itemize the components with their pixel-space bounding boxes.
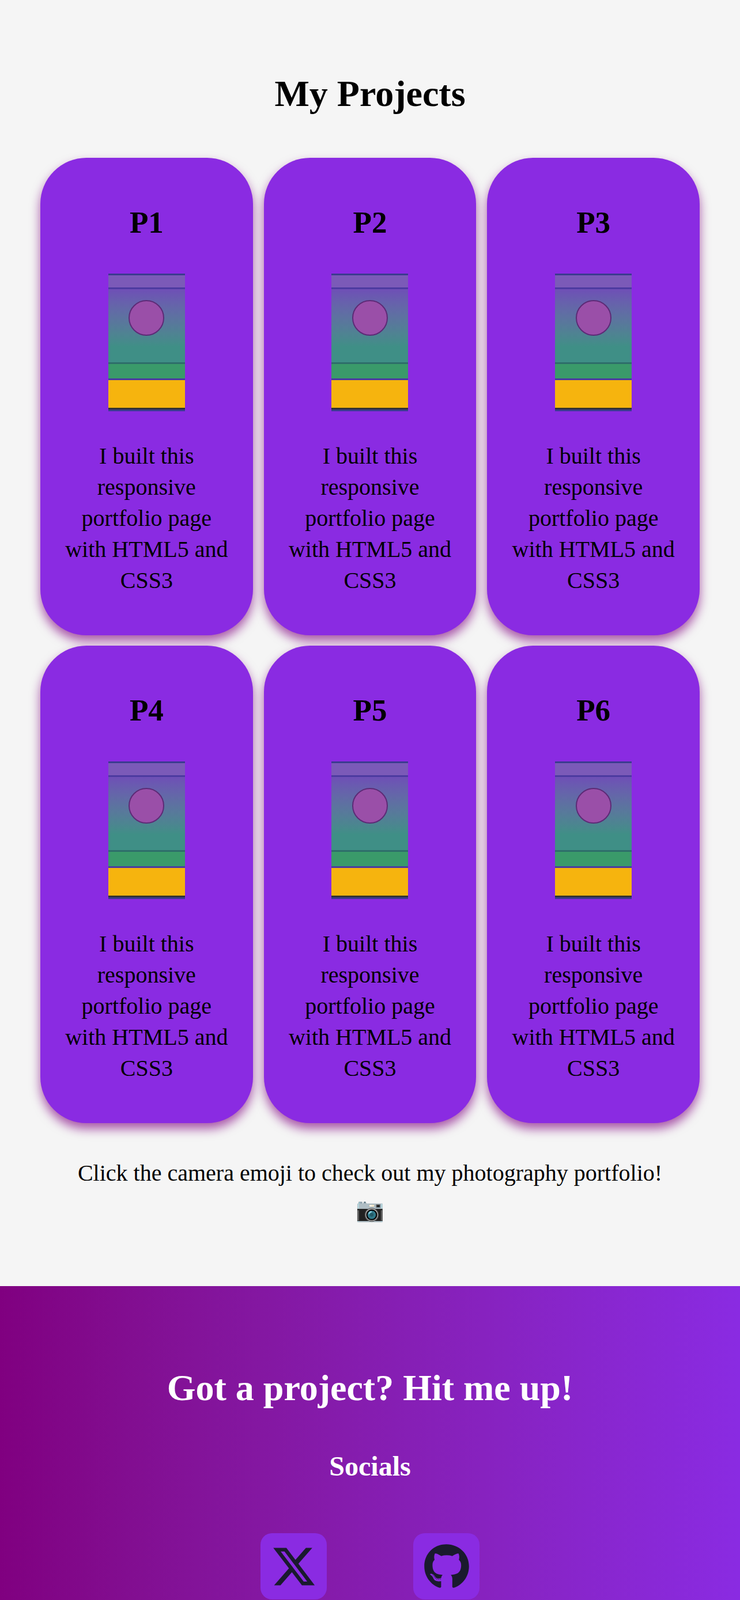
project-description: I built this responsive portfolio page w…	[507, 929, 679, 1085]
project-thumbnail	[555, 273, 632, 412]
x-icon	[270, 1544, 317, 1591]
project-card: P6 I built this responsive portfolio page…	[486, 646, 700, 1124]
project-title: P1	[129, 205, 164, 240]
project-description: I built this responsive portfolio page w…	[61, 929, 233, 1085]
project-thumbnail	[331, 273, 409, 412]
socials-row	[260, 1534, 480, 1600]
project-card: P3 I built this responsive portfolio page…	[486, 157, 700, 636]
project-thumbnail	[331, 761, 409, 900]
project-card: P5 I built this responsive portfolio page…	[263, 646, 477, 1124]
project-description: I built this responsive portfolio page w…	[284, 440, 456, 597]
socials-heading: Socials	[329, 1451, 411, 1484]
project-thumbnail	[108, 761, 185, 900]
contact-heading: Got a project? Hit me up!	[167, 1367, 573, 1411]
project-title: P2	[353, 205, 388, 240]
x-link[interactable]	[260, 1534, 327, 1600]
project-description: I built this responsive portfolio page w…	[61, 440, 233, 597]
project-card: P1 I built this responsive portfolio page…	[40, 157, 254, 636]
project-description: I built this responsive portfolio page w…	[284, 929, 456, 1085]
photography-note: Click the camera emoji to check out my p…	[77, 1158, 663, 1189]
project-description: I built this responsive portfolio page w…	[507, 440, 679, 597]
project-thumbnail	[555, 761, 632, 900]
projects-grid: P1 I built this responsive portfolio page…	[40, 157, 700, 1124]
project-card: P4 I built this responsive portfolio page…	[40, 646, 254, 1124]
project-title: P5	[353, 693, 388, 728]
contact-footer: Got a project? Hit me up! Socials	[0, 1286, 740, 1600]
camera-link[interactable]: 📷	[355, 1195, 385, 1225]
github-link[interactable]	[413, 1534, 480, 1600]
project-title: P6	[576, 693, 611, 728]
github-icon	[423, 1544, 470, 1591]
projects-section: My Projects P1 I built this responsive por…	[0, 0, 740, 1287]
project-thumbnail	[108, 273, 185, 412]
project-title: P4	[129, 693, 164, 728]
projects-heading: My Projects	[274, 72, 466, 116]
project-card: P2 I built this responsive portfolio page…	[263, 157, 477, 636]
project-title: P3	[576, 205, 611, 240]
page: My Projects P1 I built this responsive por…	[0, 0, 740, 1600]
